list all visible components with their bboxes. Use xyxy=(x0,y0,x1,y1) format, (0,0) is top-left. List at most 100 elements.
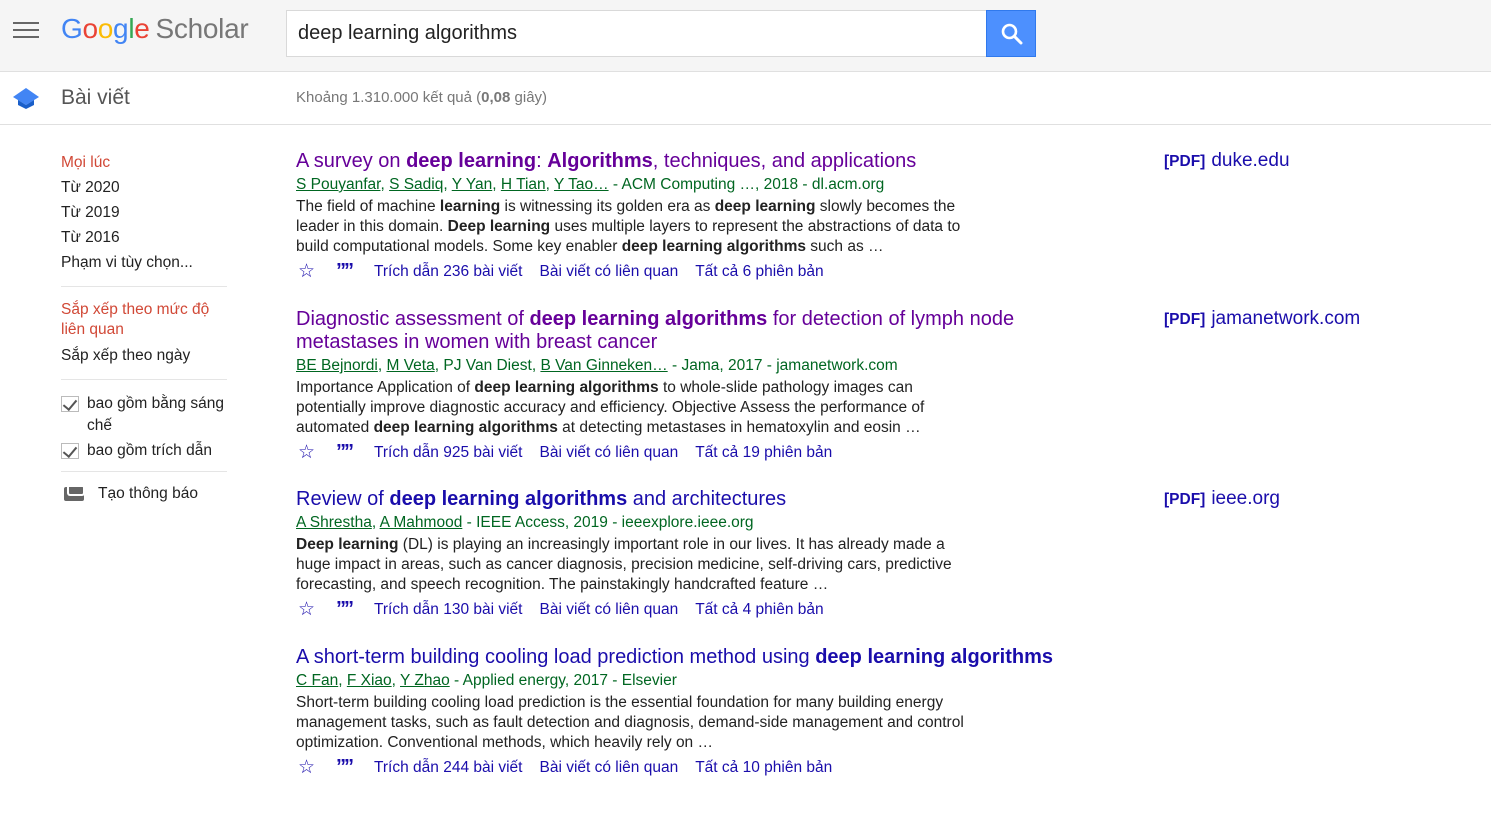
quote-icon[interactable]: ”” xyxy=(336,260,374,283)
search-button[interactable] xyxy=(986,10,1036,57)
snippet-text: is witnessing its golden era as xyxy=(500,198,715,215)
author-link[interactable]: Y Zhao xyxy=(400,672,450,689)
hamburger-icon[interactable] xyxy=(13,22,39,42)
result-source: - IEEE Access, 2019 - ieeexplore.ieee.or… xyxy=(462,514,754,531)
author-link[interactable]: S Pouyanfar xyxy=(296,176,380,193)
checkmark-icon xyxy=(61,396,79,412)
cited-by-link[interactable]: Trích dẫn 244 bài viết xyxy=(374,759,522,777)
snippet-highlight: deep learning algorithms xyxy=(373,419,558,436)
snippet-highlight: Deep learning xyxy=(447,218,551,235)
create-alert-link[interactable]: Tạo thông báo xyxy=(61,485,227,503)
filter-since-2016[interactable]: Từ 2016 xyxy=(61,225,227,250)
author-link[interactable]: A Mahmood xyxy=(380,514,463,531)
logo-letter: G xyxy=(61,13,83,44)
envelope-icon xyxy=(64,487,84,501)
related-articles-link[interactable]: Bài viết có liên quan xyxy=(539,444,678,462)
author-link[interactable]: Y Tao… xyxy=(554,176,609,193)
author-link[interactable]: B Van Ginneken… xyxy=(540,357,667,374)
title-text: Review of xyxy=(296,488,390,510)
all-versions-link[interactable]: Tất cả 10 phiên bản xyxy=(695,759,832,777)
pdf-link[interactable]: [PDF] jamanetwork.com xyxy=(1164,308,1360,330)
result-snippet: Deep learning (DL) is playing an increas… xyxy=(296,535,976,595)
search-result: Review of deep learning algorithms and a… xyxy=(296,488,1376,621)
results-bar: Bài viết Khoảng 1.310.000 kết quả (0,08 … xyxy=(0,72,1491,125)
pdf-tag: [PDF] xyxy=(1164,153,1206,170)
divider xyxy=(61,286,227,287)
quote-icon[interactable]: ”” xyxy=(336,598,374,621)
author-link[interactable]: M Veta xyxy=(386,357,434,374)
author-link[interactable]: S Sadiq xyxy=(389,176,443,193)
author-name: PJ Van Diest xyxy=(443,357,532,374)
all-versions-link[interactable]: Tất cả 19 phiên bản xyxy=(695,444,832,462)
author-link[interactable]: H Tian xyxy=(501,176,546,193)
star-icon[interactable]: ☆ xyxy=(298,441,320,464)
quote-icon[interactable]: ”” xyxy=(336,756,374,779)
filter-any-time[interactable]: Mọi lúc xyxy=(61,150,227,175)
sort-by-relevance[interactable]: Sắp xếp theo mức độ liên quan xyxy=(61,300,227,340)
star-icon[interactable]: ☆ xyxy=(298,756,320,779)
snippet-highlight: learning xyxy=(439,198,501,215)
result-title-link[interactable]: A short-term building cooling load predi… xyxy=(296,646,1076,669)
filter-since-2020[interactable]: Từ 2020 xyxy=(61,175,227,200)
title-highlight: deep learning xyxy=(406,150,537,172)
title-text: : xyxy=(536,150,548,172)
search-result: A survey on deep learning: Algorithms, t… xyxy=(296,150,1376,283)
result-stats: Khoảng 1.310.000 kết quả (0,08 giây) xyxy=(296,89,547,106)
author-link[interactable]: F Xiao xyxy=(347,672,392,689)
logo-letter: g xyxy=(113,13,129,44)
include-patents-checkbox[interactable]: bao gồm bằng sáng chế xyxy=(61,393,227,437)
all-versions-link[interactable]: Tất cả 4 phiên bản xyxy=(695,601,823,619)
pdf-domain: ieee.org xyxy=(1211,488,1280,509)
quote-icon[interactable]: ”” xyxy=(336,441,374,464)
result-title-link[interactable]: Review of deep learning algorithms and a… xyxy=(296,488,1076,511)
graduation-cap-icon xyxy=(13,88,39,109)
result-source: - Applied energy, 2017 - Elsevier xyxy=(449,672,677,689)
result-title-link[interactable]: A survey on deep learning: Algorithms, t… xyxy=(296,150,1076,173)
pdf-domain: jamanetwork.com xyxy=(1211,308,1361,329)
search-input[interactable] xyxy=(286,10,986,57)
related-articles-link[interactable]: Bài viết có liên quan xyxy=(539,759,678,777)
result-actions: ☆ ”” Trích dẫn 925 bài viết Bài viết có liê… xyxy=(296,441,1376,464)
author-link[interactable]: A Shrestha xyxy=(296,514,372,531)
search-result: Diagnostic assessment of deep learning a… xyxy=(296,308,1376,464)
sort-by-date[interactable]: Sắp xếp theo ngày xyxy=(61,343,227,368)
star-icon[interactable]: ☆ xyxy=(298,598,320,621)
author-link[interactable]: Y Yan xyxy=(452,176,493,193)
snippet-highlight: deep learning algorithms xyxy=(621,238,806,255)
all-versions-link[interactable]: Tất cả 6 phiên bản xyxy=(695,263,823,281)
cited-by-link[interactable]: Trích dẫn 925 bài viết xyxy=(374,444,522,462)
google-scholar-logo[interactable]: Google Scholar xyxy=(61,13,249,45)
stats-suffix: giây) xyxy=(510,89,548,106)
include-citations-checkbox[interactable]: bao gồm trích dẫn xyxy=(61,440,227,462)
logo-letter: o xyxy=(82,13,98,44)
snippet-highlight: deep learning xyxy=(714,198,816,215)
result-snippet: The field of machine learning is witness… xyxy=(296,197,976,257)
star-icon[interactable]: ☆ xyxy=(298,260,320,283)
stats-time: 0,08 xyxy=(481,89,511,106)
pdf-link[interactable]: [PDF] ieee.org xyxy=(1164,488,1280,510)
cited-by-link[interactable]: Trích dẫn 236 bài viết xyxy=(374,263,522,281)
pdf-tag: [PDF] xyxy=(1164,491,1206,508)
result-title-link[interactable]: Diagnostic assessment of deep learning a… xyxy=(296,308,1076,354)
author-link[interactable]: BE Bejnordi xyxy=(296,357,378,374)
title-highlight: deep learning algorithms xyxy=(815,646,1054,668)
filter-custom-range[interactable]: Phạm vi tùy chọn... xyxy=(61,250,227,275)
filter-sidebar: Mọi lúc Từ 2020 Từ 2019 Từ 2016 Phạm vi … xyxy=(61,150,227,503)
pdf-link[interactable]: [PDF] duke.edu xyxy=(1164,150,1290,172)
stats-prefix: Khoảng 1.310.000 kết quả ( xyxy=(296,89,482,106)
related-articles-link[interactable]: Bài viết có liên quan xyxy=(539,263,678,281)
result-snippet: Importance Application of deep learning … xyxy=(296,378,976,438)
snippet-highlight: Deep learning xyxy=(296,536,399,553)
result-authors: C Fan, F Xiao, Y Zhao - Applied energy, … xyxy=(296,672,677,689)
snippet-text: Importance Application of xyxy=(296,379,475,396)
title-text: , techniques, and applications xyxy=(652,150,917,172)
title-highlight: deep learning algorithms xyxy=(529,308,768,330)
divider xyxy=(61,379,227,380)
checkbox-label: bao gồm bằng sáng chế xyxy=(87,395,225,434)
checkmark-icon xyxy=(61,443,79,459)
filter-since-2019[interactable]: Từ 2019 xyxy=(61,200,227,225)
result-authors: S Pouyanfar, S Sadiq, Y Yan, H Tian, Y T… xyxy=(296,176,885,193)
author-link[interactable]: C Fan xyxy=(296,672,338,689)
cited-by-link[interactable]: Trích dẫn 130 bài viết xyxy=(374,601,522,619)
related-articles-link[interactable]: Bài viết có liên quan xyxy=(539,601,678,619)
